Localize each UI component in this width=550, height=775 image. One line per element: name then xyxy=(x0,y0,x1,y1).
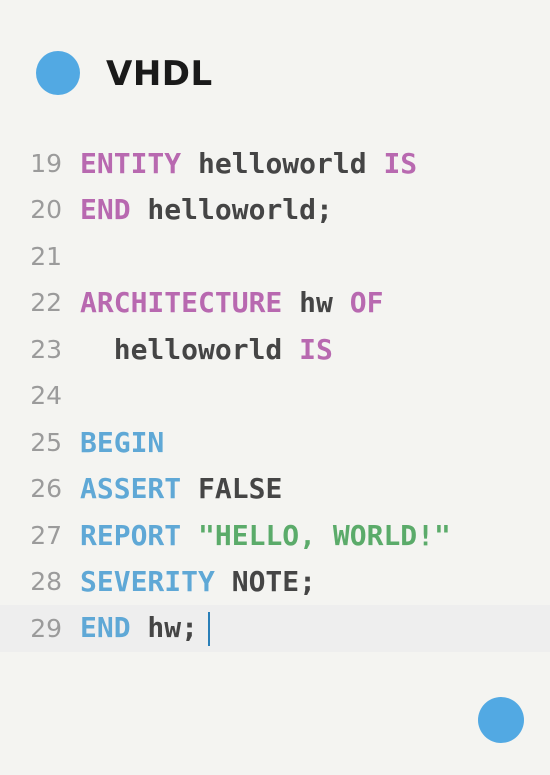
code-line: 19 ENTITY helloworld IS xyxy=(0,140,550,187)
keyword-token: REPORT xyxy=(80,518,182,552)
code-token: NOTE; xyxy=(214,565,317,599)
line-number: 22 xyxy=(30,288,62,318)
code-line: 21 xyxy=(0,233,550,280)
code-line: 23 helloworld IS xyxy=(0,326,550,373)
line-number: 19 xyxy=(30,148,62,178)
code-line: 24 xyxy=(0,373,550,420)
code-text[interactable]: ARCHITECTURE hw OF xyxy=(80,286,383,319)
line-number: 24 xyxy=(30,381,62,411)
line-number: 20 xyxy=(30,195,62,225)
code-line: 26 ASSERT FALSE xyxy=(0,466,550,513)
string-literal: "HELLO, WORLD!" xyxy=(198,518,451,552)
code-token: hw xyxy=(282,286,350,320)
code-text[interactable]: helloworld IS xyxy=(80,333,333,366)
code-line: 25 BEGIN xyxy=(0,419,550,466)
keyword-token: END xyxy=(80,610,131,644)
code-token: helloworld xyxy=(80,332,300,366)
bullet-dot-icon xyxy=(36,51,80,95)
code-text[interactable]: REPORT "HELLO, WORLD!" xyxy=(80,519,451,552)
keyword-token: END xyxy=(80,193,131,227)
code-line: 28 SEVERITY NOTE; xyxy=(0,559,550,606)
line-number: 21 xyxy=(30,241,62,271)
code-line: 20 END helloworld; xyxy=(0,187,550,234)
code-token: helloworld xyxy=(181,146,384,180)
code-line: 27 REPORT "HELLO, WORLD!" xyxy=(0,512,550,559)
keyword-token: IS xyxy=(299,332,333,366)
line-number: 27 xyxy=(30,520,62,550)
code-text[interactable]: ASSERT FALSE xyxy=(80,472,282,505)
line-number: 25 xyxy=(30,427,62,457)
code-text[interactable]: SEVERITY NOTE; xyxy=(80,565,316,598)
keyword-token: ENTITY xyxy=(80,146,182,180)
code-line: 29 END hw; xyxy=(0,605,550,652)
code-block: 19 ENTITY helloworld IS 20 END helloworld; 2… xyxy=(0,140,550,652)
code-text[interactable]: ENTITY helloworld IS xyxy=(80,147,417,180)
line-number: 23 xyxy=(30,334,62,364)
keyword-token: OF xyxy=(349,286,384,320)
keyword-token: ARCHITECTURE xyxy=(80,286,283,320)
language-title: VHDL xyxy=(106,54,213,94)
line-number: 26 xyxy=(30,474,62,504)
keyword-token: SEVERITY xyxy=(80,565,215,599)
corner-dot-icon xyxy=(478,697,524,743)
code-token: hw; xyxy=(130,610,199,644)
line-number: 28 xyxy=(30,567,62,597)
code-card: VHDL 19 ENTITY helloworld IS 20 END hellowo… xyxy=(0,0,550,775)
code-line: 22 ARCHITECTURE hw OF xyxy=(0,280,550,327)
keyword-token: BEGIN xyxy=(80,425,165,459)
text-cursor xyxy=(208,611,211,646)
code-text[interactable]: END hw; xyxy=(80,610,211,646)
code-text[interactable]: END helloworld; xyxy=(80,193,333,226)
code-text[interactable]: BEGIN xyxy=(80,426,164,459)
code-token: helloworld; xyxy=(130,193,333,227)
keyword-token: ASSERT xyxy=(80,472,182,506)
keyword-token: IS xyxy=(383,146,418,180)
code-token: FALSE xyxy=(181,472,283,506)
line-number: 29 xyxy=(30,613,62,643)
